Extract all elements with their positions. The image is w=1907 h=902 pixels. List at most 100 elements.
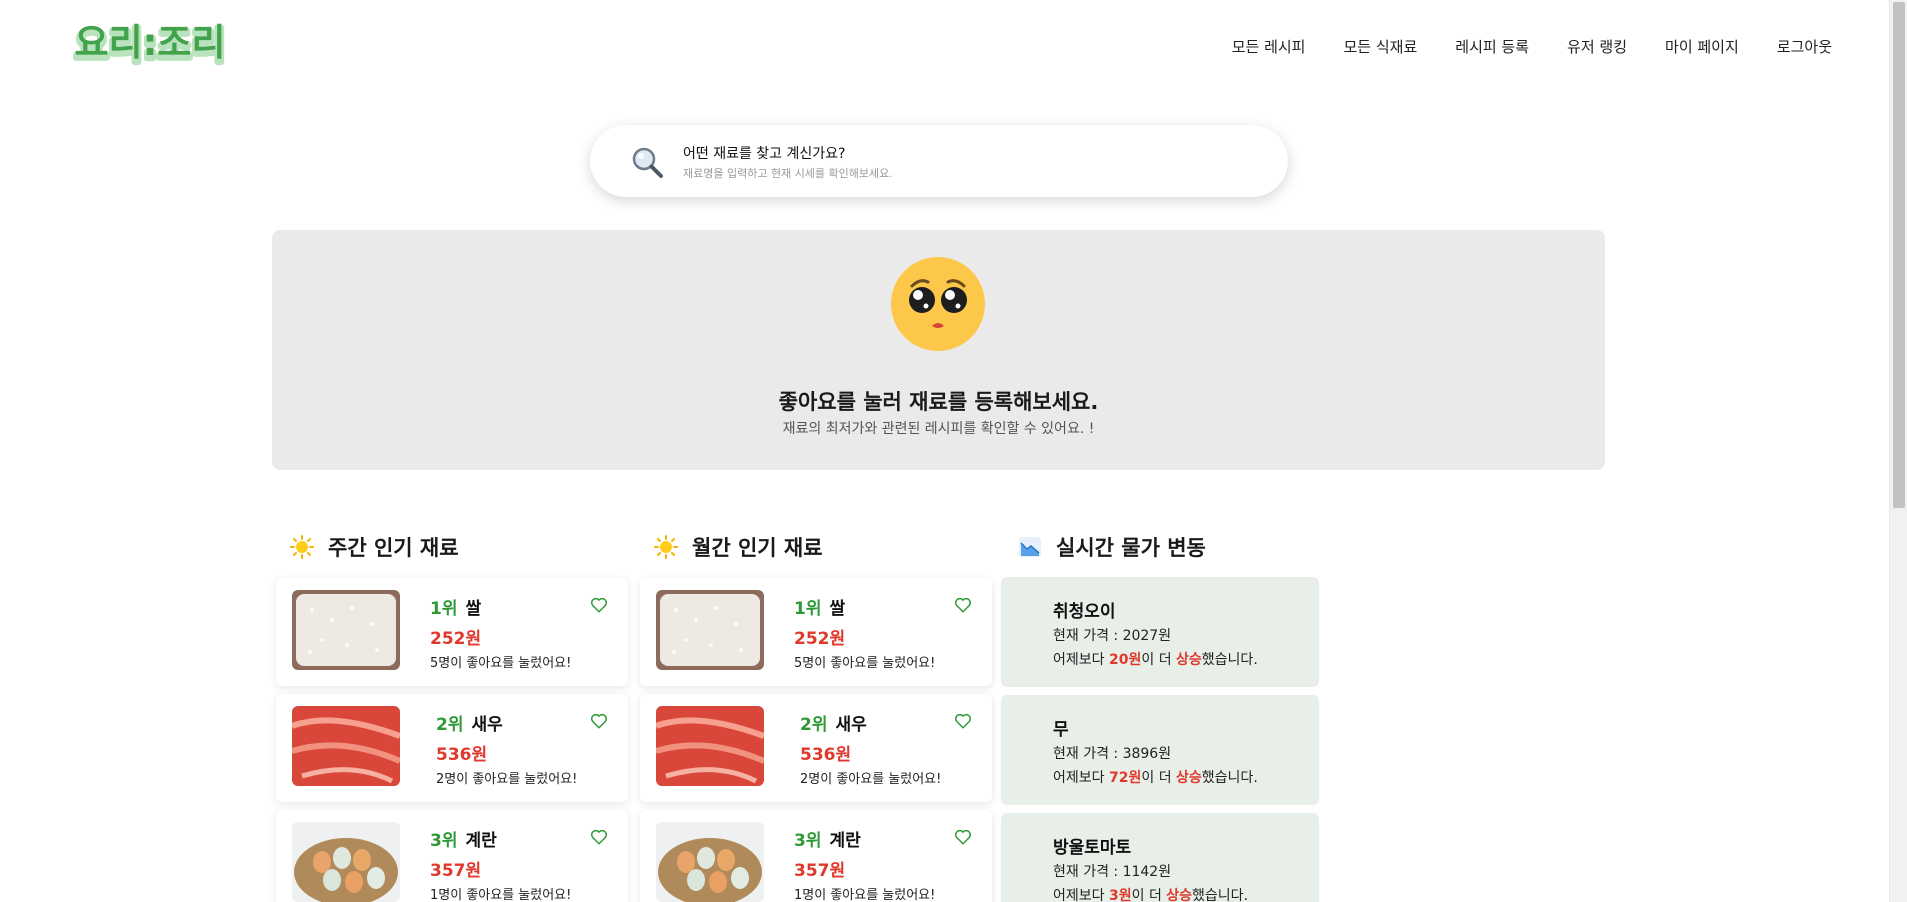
chart-decreasing-icon — [1019, 537, 1041, 557]
nav-all-ingredients[interactable]: 모든 식재료 — [1343, 36, 1417, 57]
weekly-ingredient-card[interactable]: 1위 쌀 252원 5명이 좋아요를 눌렀어요! — [276, 578, 628, 686]
rank-line: 2위 새우 — [436, 710, 503, 735]
like-count: 1명이 좋아요를 눌렀어요! — [794, 888, 936, 902]
like-count: 2명이 좋아요를 눌렀어요! — [800, 772, 942, 787]
rank: 1위 — [430, 599, 458, 619]
weekly-ingredient-card[interactable]: 2위 새우 536원 2명이 좋아요를 눌렀어요! — [276, 694, 628, 802]
monthly-ingredient-card[interactable]: 1위 쌀 252원 5명이 좋아요를 눌렀어요! — [640, 578, 992, 686]
change-mid: 이 더 — [1141, 770, 1177, 786]
price-change-text: 어제보다 3원이 더 상승했습니다. — [1053, 885, 1248, 902]
ingredient-name: 새우 — [471, 715, 503, 735]
heart-icon[interactable] — [590, 596, 608, 614]
price-change-card[interactable]: 무 현재 가격 : 3896원 어제보다 72원이 더 상승했습니다. — [1001, 695, 1319, 805]
like-count: 1명이 좋아요를 눌렀어요! — [430, 888, 572, 902]
ingredient-name: 무 — [1053, 720, 1069, 740]
change-amount: 72원 — [1108, 770, 1142, 786]
ingredient-name: 새우 — [835, 715, 867, 735]
search-bar[interactable]: 어떤 재료를 찾고 계신가요? 재료명을 입력하고 현재 시세를 확인해보세요. — [590, 125, 1288, 197]
heart-icon[interactable] — [954, 596, 972, 614]
search-title: 어떤 재료를 찾고 계신가요? — [683, 146, 846, 162]
change-mid: 이 더 — [1141, 652, 1177, 668]
price-change-card[interactable]: 방울토마토 현재 가격 : 1142원 어제보다 3원이 더 상승했습니다. — [1001, 813, 1319, 902]
rank: 1위 — [794, 599, 822, 619]
banner-subtitle: 재료의 최저가와 관련된 레시피를 확인할 수 있어요. ! — [782, 421, 1095, 437]
heart-icon[interactable] — [954, 712, 972, 730]
ingredient-name: 계란 — [829, 831, 861, 851]
heart-icon[interactable] — [590, 712, 608, 730]
rank-line: 2위 새우 — [800, 710, 867, 735]
change-direction: 상승 — [1176, 652, 1202, 668]
change-prefix: 어제보다 — [1053, 888, 1109, 902]
shrimp-photo — [656, 706, 764, 786]
nav-user-ranking[interactable]: 유저 랭킹 — [1567, 36, 1627, 57]
ingredient-name: 쌀 — [465, 599, 482, 619]
change-amount: 3원 — [1108, 888, 1132, 902]
rank: 2위 — [436, 715, 464, 735]
rank: 3위 — [794, 831, 822, 851]
change-direction: 상승 — [1176, 770, 1202, 786]
rank: 2위 — [800, 715, 828, 735]
weekly-ingredient-card[interactable]: 3위 계란 357원 1명이 좋아요를 눌렀어요! — [276, 810, 628, 902]
rank-line: 1위 쌀 — [430, 594, 481, 619]
realtime-price-title: 실시간 물가 변동 — [1018, 532, 1206, 562]
rank: 3위 — [430, 831, 458, 851]
ingredient-price: 357원 — [794, 861, 846, 881]
change-amount: 20원 — [1108, 652, 1142, 668]
weekly-popular-label: 주간 인기 재료 — [328, 536, 459, 560]
nav-my-page[interactable]: 마이 페이지 — [1665, 36, 1739, 57]
monthly-ingredient-card[interactable]: 3위 계란 357원 1명이 좋아요를 눌렀어요! — [640, 810, 992, 902]
rice-photo — [292, 590, 400, 670]
rice-photo — [656, 590, 764, 670]
pleading-face-icon — [891, 257, 985, 351]
change-suffix: 했습니다. — [1192, 888, 1249, 902]
price-change-card[interactable]: 취청오이 현재 가격 : 2027원 어제보다 20원이 더 상승했습니다. — [1001, 577, 1319, 687]
logo-text: 요리:조리 — [75, 21, 226, 64]
rank-line: 1위 쌀 — [794, 594, 845, 619]
ingredient-price: 536원 — [436, 745, 488, 765]
change-prefix: 어제보다 — [1053, 770, 1109, 786]
change-suffix: 했습니다. — [1201, 770, 1258, 786]
banner-title: 좋아요를 눌러 재료를 등록해보세요. — [778, 390, 1099, 414]
weekly-popular-title: 주간 인기 재료 — [290, 532, 459, 562]
ingredient-price: 357원 — [430, 861, 482, 881]
sun-icon — [654, 535, 678, 559]
eggs-photo — [656, 822, 764, 902]
current-price: 현재 가격 : 2027원 — [1053, 628, 1172, 644]
rank-line: 3위 계란 — [430, 826, 497, 851]
ingredient-name: 계란 — [465, 831, 497, 851]
price-change-text: 어제보다 72원이 더 상승했습니다. — [1053, 767, 1258, 787]
like-count: 5명이 좋아요를 눌렀어요! — [794, 656, 936, 671]
like-prompt-banner: 좋아요를 눌러 재료를 등록해보세요. 재료의 최저가와 관련된 레시피를 확인… — [272, 230, 1605, 470]
ingredient-name: 방울토마토 — [1053, 838, 1132, 858]
nav-all-recipes[interactable]: 모든 레시피 — [1232, 36, 1306, 57]
nav-logout[interactable]: 로그아웃 — [1777, 36, 1832, 57]
change-suffix: 했습니다. — [1201, 652, 1258, 668]
ingredient-name: 취청오이 — [1053, 602, 1116, 622]
monthly-popular-title: 월간 인기 재료 — [654, 532, 823, 562]
realtime-price-label: 실시간 물가 변동 — [1056, 536, 1206, 560]
ingredient-name: 쌀 — [829, 599, 846, 619]
scrollbar-thumb[interactable] — [1893, 2, 1905, 508]
current-price: 현재 가격 : 3896원 — [1053, 746, 1172, 762]
heart-icon[interactable] — [954, 828, 972, 846]
change-prefix: 어제보다 — [1053, 652, 1109, 668]
monthly-popular-label: 월간 인기 재료 — [692, 536, 823, 560]
like-count: 5명이 좋아요를 눌렀어요! — [430, 656, 572, 671]
price-change-text: 어제보다 20원이 더 상승했습니다. — [1053, 649, 1258, 669]
rank-line: 3위 계란 — [794, 826, 861, 851]
change-mid: 이 더 — [1131, 888, 1167, 902]
shrimp-photo — [292, 706, 400, 786]
logo[interactable]: 요리:조리 요리:조리 — [66, 18, 246, 68]
ingredient-price: 252원 — [430, 629, 482, 649]
nav-register-recipe[interactable]: 레시피 등록 — [1455, 36, 1529, 57]
monthly-ingredient-card[interactable]: 2위 새우 536원 2명이 좋아요를 눌렀어요! — [640, 694, 992, 802]
search-icon — [632, 147, 663, 178]
eggs-photo — [292, 822, 400, 902]
like-count: 2명이 좋아요를 눌렀어요! — [436, 772, 578, 787]
ingredient-price: 252원 — [794, 629, 846, 649]
page-scrollbar[interactable] — [1889, 0, 1907, 902]
ingredient-price: 536원 — [800, 745, 852, 765]
search-input[interactable]: 재료명을 입력하고 현재 시세를 확인해보세요. — [683, 165, 893, 181]
heart-icon[interactable] — [590, 828, 608, 846]
main-nav: 모든 레시피 모든 식재료 레시피 등록 유저 랭킹 마이 페이지 로그아웃 — [1232, 36, 1832, 57]
